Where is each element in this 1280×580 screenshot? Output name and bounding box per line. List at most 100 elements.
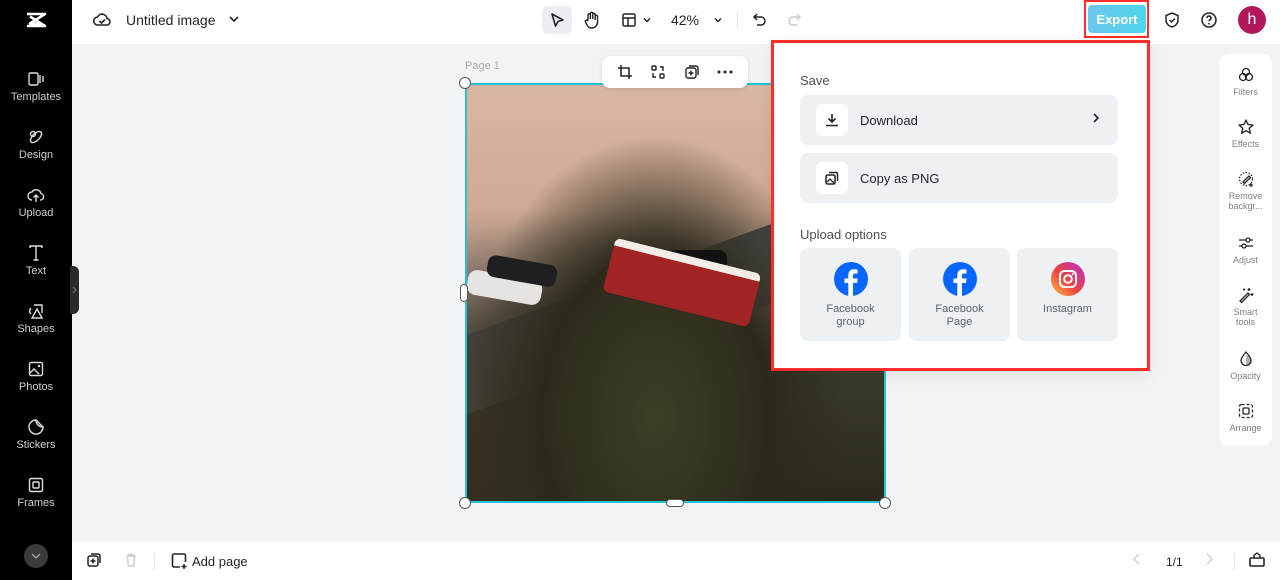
design-icon [29, 130, 43, 144]
templates-icon [28, 72, 44, 86]
remove-background-icon [1238, 171, 1253, 187]
previous-page-button[interactable] [1132, 552, 1142, 566]
duplicate-page-icon [87, 553, 101, 567]
opacity-icon [1239, 351, 1252, 367]
sidebar-label: Templates [10, 91, 62, 103]
layout-menu-button[interactable] [616, 6, 656, 34]
sidebar-item-templates[interactable]: Templates [0, 70, 72, 120]
redo-button[interactable] [782, 6, 806, 34]
sidebar-item-photos[interactable]: Photos [0, 360, 72, 410]
photos-icon [28, 361, 44, 377]
right-tools-panel: Filters Effects Remove backgr... Adjust … [1219, 54, 1272, 446]
undo-icon [752, 13, 766, 26]
upload-facebook-group-button[interactable]: Facebook group [800, 248, 901, 341]
tool-filters[interactable]: Filters [1219, 66, 1272, 97]
divider [1234, 554, 1235, 570]
element-toolbar [602, 56, 748, 88]
tool-adjust[interactable]: Adjust [1219, 234, 1272, 265]
tool-smart-tools[interactable]: Smart tools [1219, 286, 1272, 327]
tool-label: Effects [1231, 139, 1260, 149]
resize-handle-bottom[interactable] [666, 499, 684, 507]
hand-tool-button[interactable] [578, 6, 606, 34]
tool-label: Filters [1233, 87, 1258, 97]
sidebar-label: Frames [17, 497, 55, 509]
sidebar-item-upload[interactable]: Upload [0, 186, 72, 236]
copy-as-png-button[interactable]: Copy as PNG [800, 153, 1118, 203]
chevron-right-icon [72, 286, 77, 294]
chevron-right-icon [1206, 553, 1213, 565]
tool-remove-background[interactable]: Remove backgr... [1219, 170, 1272, 211]
text-icon [29, 245, 43, 261]
sidebar-more-button[interactable] [24, 544, 48, 568]
brand-kit-button[interactable] [1160, 6, 1184, 34]
shapes-icon [29, 304, 44, 319]
chevron-left-icon [1133, 553, 1140, 565]
upload-option-label: Facebook Page [935, 303, 984, 328]
sidebar-item-design[interactable]: Design [0, 128, 72, 178]
export-panel: Save Download Copy as PNG Upload options… [771, 40, 1150, 371]
upload-option-label: Facebook group [826, 303, 875, 328]
help-button[interactable] [1197, 6, 1221, 34]
document-title[interactable]: Untitled image [126, 12, 216, 28]
instagram-icon [1050, 262, 1085, 296]
resize-handle-top-left[interactable] [459, 77, 471, 89]
resize-handle-left[interactable] [460, 284, 468, 302]
page-label: Page 1 [465, 60, 500, 72]
sidebar-label: Stickers [16, 439, 56, 451]
title-dropdown-icon[interactable] [228, 12, 240, 30]
tool-effects[interactable]: Effects [1219, 118, 1272, 149]
trash-icon [126, 553, 136, 567]
frames-icon [28, 477, 44, 493]
chevron-down-icon [31, 553, 41, 559]
tool-arrange[interactable]: Arrange [1219, 402, 1272, 433]
select-tool-button[interactable] [542, 6, 572, 34]
download-label: Download [860, 112, 918, 128]
hand-icon [584, 11, 599, 29]
chevron-down-icon [714, 18, 722, 23]
export-button[interactable]: Export [1088, 5, 1146, 33]
shield-check-icon [1165, 12, 1179, 28]
adjust-icon [1238, 237, 1253, 249]
replace-button[interactable] [646, 60, 670, 84]
delete-page-button[interactable] [123, 552, 139, 568]
user-avatar[interactable]: h [1238, 6, 1266, 34]
page-counter: 1/1 [1166, 555, 1183, 569]
sidebar-item-stickers[interactable]: Stickers [0, 418, 72, 468]
pages-panel-icon [1249, 552, 1265, 567]
cloud-sync-icon[interactable] [92, 10, 112, 35]
sidebar-label: Text [25, 265, 47, 277]
add-page-button[interactable]: Add page [170, 552, 248, 570]
download-button[interactable]: Download [800, 95, 1118, 145]
undo-button[interactable] [748, 6, 772, 34]
sidebar-item-text[interactable]: Text [0, 244, 72, 294]
download-icon [816, 104, 848, 136]
crop-button[interactable] [613, 60, 637, 84]
zoom-dropdown[interactable]: 42% [666, 6, 728, 34]
upload-option-label: Instagram [1043, 303, 1092, 315]
duplicate-button[interactable] [680, 60, 704, 84]
resize-handle-bottom-left[interactable] [459, 497, 471, 509]
sidebar-item-shapes[interactable]: Shapes [0, 302, 72, 352]
next-page-button[interactable] [1204, 552, 1214, 566]
more-options-button[interactable] [713, 60, 737, 84]
upload-facebook-page-button[interactable]: Facebook Page [909, 248, 1010, 341]
chevron-right-icon [1093, 113, 1100, 123]
left-sidebar: Templates Design Upload Text Shapes Phot… [0, 0, 72, 580]
save-section-label: Save [800, 73, 830, 88]
duplicate-page-button[interactable] [86, 552, 102, 568]
add-page-label: Add page [192, 553, 248, 569]
sidebar-item-frames[interactable]: Frames [0, 476, 72, 526]
page-panel-toggle[interactable] [1248, 552, 1266, 568]
chevron-down-icon [643, 18, 650, 23]
duplicate-icon [685, 65, 699, 79]
divider [154, 554, 155, 570]
bottom-bar: Add page 1/1 [72, 542, 1280, 580]
add-page-icon [171, 553, 187, 569]
tool-opacity[interactable]: Opacity [1219, 350, 1272, 381]
capcut-logo[interactable] [0, 0, 72, 40]
sidebar-collapse-toggle[interactable] [70, 266, 79, 314]
sidebar-label: Upload [18, 207, 54, 219]
stickers-icon [28, 419, 44, 435]
upload-instagram-button[interactable]: Instagram [1017, 248, 1118, 341]
resize-handle-bottom-right[interactable] [879, 497, 891, 509]
